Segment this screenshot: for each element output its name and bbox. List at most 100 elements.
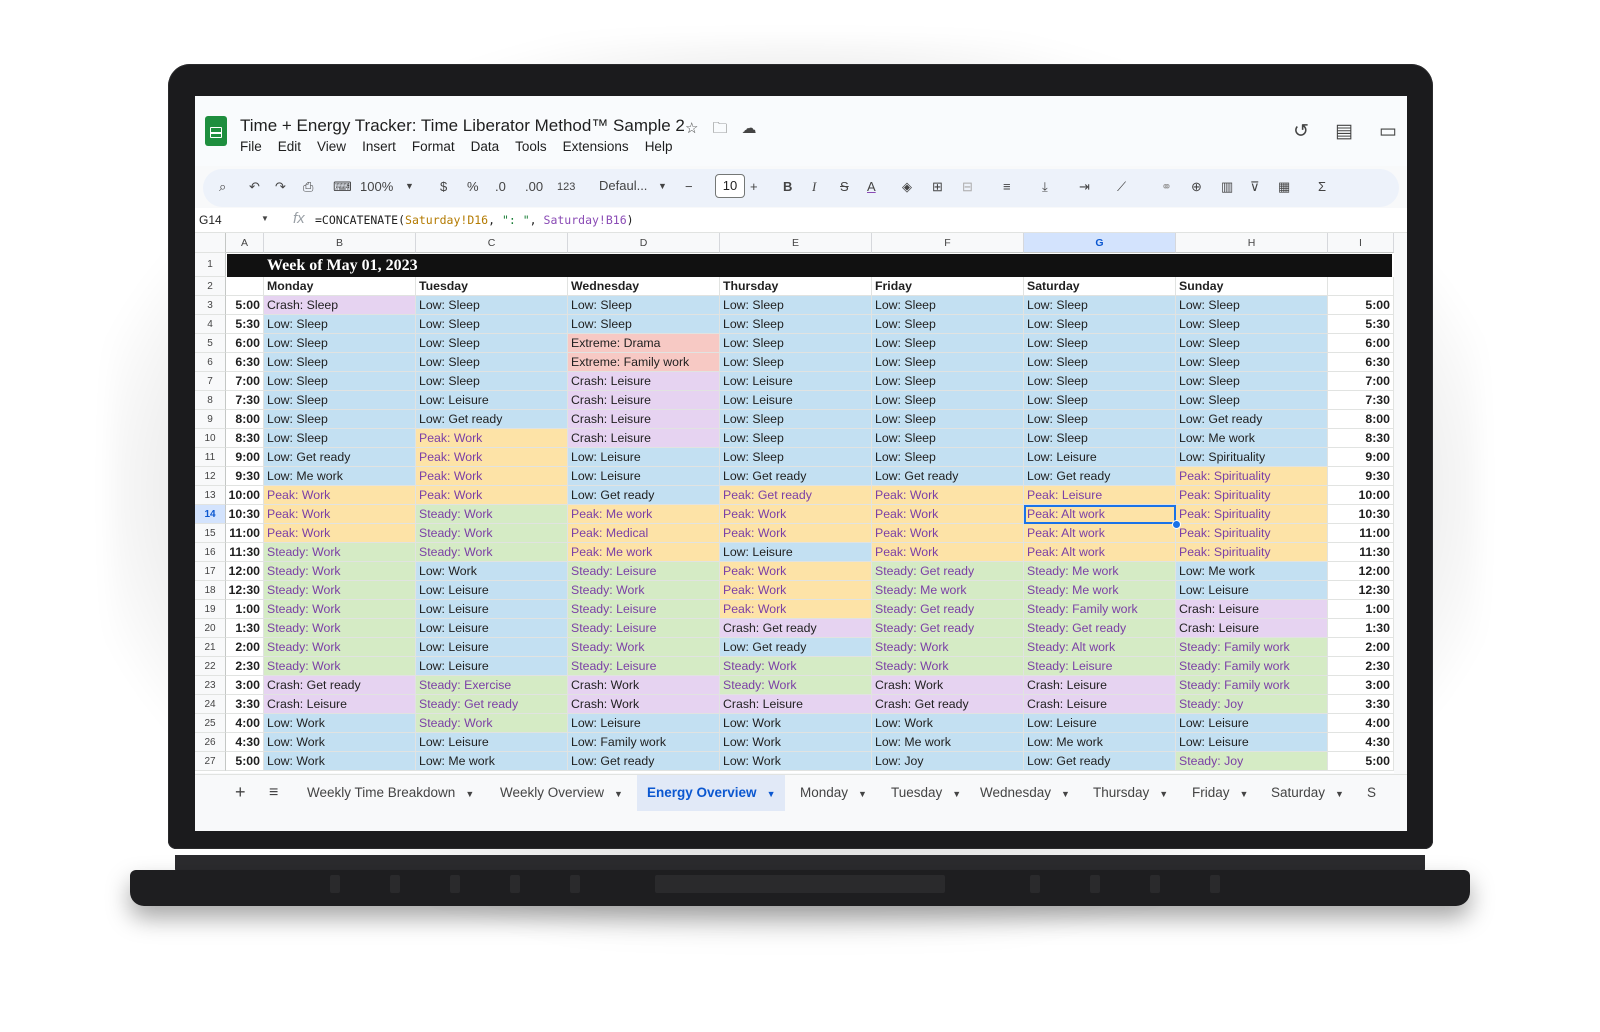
energy-cell[interactable]: Low: Sleep	[872, 353, 1024, 372]
column-header-d[interactable]: D	[568, 233, 720, 253]
energy-cell[interactable]: Steady: Leisure	[568, 600, 720, 619]
energy-cell[interactable]: Extreme: Family work	[568, 353, 720, 372]
energy-cell[interactable]: Peak: Work	[720, 581, 872, 600]
energy-cell[interactable]: Low: Joy	[872, 752, 1024, 771]
energy-cell[interactable]: Steady: Family work	[1024, 600, 1176, 619]
sheet-tab-friday[interactable]: Friday ▼	[1192, 775, 1248, 811]
time-cell-right[interactable]: 3:30	[1328, 695, 1394, 714]
time-cell[interactable]: 1:30	[226, 619, 264, 638]
energy-cell[interactable]: Low: Sleep	[872, 429, 1024, 448]
energy-cell[interactable]: Low: Sleep	[416, 353, 568, 372]
time-cell[interactable]: 6:30	[226, 353, 264, 372]
energy-cell[interactable]: Peak: Spirituality	[1176, 524, 1328, 543]
time-cell[interactable]: 4:00	[226, 714, 264, 733]
energy-cell[interactable]: Steady: Work	[264, 581, 416, 600]
name-box[interactable]: G14	[199, 213, 222, 227]
energy-cell[interactable]: Low: Family work	[568, 733, 720, 752]
vertical-scrollbar[interactable]	[1394, 233, 1407, 773]
energy-cell[interactable]: Low: Leisure	[720, 543, 872, 562]
font-select[interactable]: Defaul...	[599, 178, 647, 193]
energy-cell[interactable]: Low: Sleep	[1024, 353, 1176, 372]
row-header[interactable]: 21	[195, 638, 226, 657]
energy-cell[interactable]: Low: Get ready	[1024, 752, 1176, 771]
sheets-logo-icon[interactable]	[205, 116, 227, 146]
percent-format-button[interactable]: %	[467, 179, 479, 194]
row-header[interactable]: 10	[195, 429, 226, 448]
day-header-wednesday[interactable]: Wednesday	[568, 277, 720, 296]
energy-cell[interactable]: Low: Sleep	[416, 296, 568, 315]
energy-cell[interactable]: Low: Sleep	[264, 353, 416, 372]
row-header[interactable]: 23	[195, 676, 226, 695]
energy-cell[interactable]: Low: Sleep	[1176, 296, 1328, 315]
row-header-1[interactable]: 1	[195, 253, 226, 277]
energy-cell[interactable]: Low: Leisure	[1024, 448, 1176, 467]
text-rotation-icon[interactable]: ⟋	[1117, 179, 1126, 195]
energy-cell[interactable]: Low: Sleep	[416, 334, 568, 353]
functions-button[interactable]: Σ	[1318, 179, 1326, 194]
decrease-decimal-button[interactable]: .0	[495, 179, 506, 194]
energy-cell[interactable]: Peak: Alt work	[1024, 524, 1176, 543]
time-cell-right[interactable]: 12:00	[1328, 562, 1394, 581]
energy-cell[interactable]: Crash: Leisure	[568, 429, 720, 448]
energy-cell[interactable]: Steady: Joy	[1176, 752, 1328, 771]
energy-cell[interactable]: Low: Get ready	[872, 467, 1024, 486]
energy-cell[interactable]: Low: Get ready	[720, 638, 872, 657]
energy-cell[interactable]: Low: Sleep	[1176, 334, 1328, 353]
energy-cell[interactable]: Steady: Work	[264, 600, 416, 619]
time-cell-right[interactable]: 5:00	[1328, 752, 1394, 771]
energy-cell[interactable]: Steady: Leisure	[568, 657, 720, 676]
time-cell-right[interactable]: 11:00	[1328, 524, 1394, 543]
energy-cell[interactable]: Peak: Work	[720, 524, 872, 543]
day-header-monday[interactable]: Monday	[264, 277, 416, 296]
time-cell-right[interactable]: 1:30	[1328, 619, 1394, 638]
energy-cell[interactable]: Low: Leisure	[416, 733, 568, 752]
energy-cell[interactable]: Low: Work	[264, 714, 416, 733]
energy-cell[interactable]: Low: Sleep	[416, 372, 568, 391]
time-cell[interactable]: 10:00	[226, 486, 264, 505]
energy-cell[interactable]: Peak: Me work	[568, 543, 720, 562]
energy-cell[interactable]: Low: Sleep	[264, 410, 416, 429]
column-header-f[interactable]: F	[872, 233, 1024, 253]
time-cell[interactable]: 5:30	[226, 315, 264, 334]
column-header-b[interactable]: B	[264, 233, 416, 253]
energy-cell[interactable]: Peak: Spirituality	[1176, 486, 1328, 505]
energy-cell[interactable]: Peak: Work	[720, 505, 872, 524]
energy-cell[interactable]: Low: Sleep	[872, 391, 1024, 410]
currency-format-button[interactable]: $	[440, 179, 447, 194]
time-cell-right[interactable]: 10:00	[1328, 486, 1394, 505]
energy-cell[interactable]: Steady: Get ready	[872, 600, 1024, 619]
energy-cell[interactable]: Low: Leisure	[416, 581, 568, 600]
energy-cell[interactable]: Peak: Spirituality	[1176, 543, 1328, 562]
energy-cell[interactable]: Low: Leisure	[720, 372, 872, 391]
energy-cell[interactable]: Low: Leisure	[416, 600, 568, 619]
energy-cell[interactable]: Steady: Work	[568, 581, 720, 600]
energy-cell[interactable]: Steady: Work	[264, 619, 416, 638]
energy-cell[interactable]: Steady: Get ready	[1024, 619, 1176, 638]
row-header[interactable]: 20	[195, 619, 226, 638]
sheet-tab-overflow[interactable]: S	[1367, 775, 1376, 811]
energy-cell[interactable]: Low: Me work	[1024, 733, 1176, 752]
time-cell[interactable]: 3:30	[226, 695, 264, 714]
corner-cell[interactable]	[226, 277, 264, 296]
time-cell[interactable]: 11:00	[226, 524, 264, 543]
column-header-c[interactable]: C	[416, 233, 568, 253]
energy-cell[interactable]: Low: Get ready	[568, 486, 720, 505]
energy-cell[interactable]: Steady: Work	[264, 562, 416, 581]
row-header[interactable]: 22	[195, 657, 226, 676]
energy-cell[interactable]: Peak: Work	[264, 486, 416, 505]
time-cell-right[interactable]: 9:30	[1328, 467, 1394, 486]
row-header[interactable]: 25	[195, 714, 226, 733]
energy-cell[interactable]: Low: Sleep	[1024, 296, 1176, 315]
energy-cell[interactable]: Low: Sleep	[264, 315, 416, 334]
energy-cell[interactable]: Peak: Spirituality	[1176, 505, 1328, 524]
menu-edit[interactable]: Edit	[278, 139, 301, 154]
energy-cell[interactable]: Steady: Leisure	[568, 619, 720, 638]
energy-cell[interactable]: Peak: Work	[872, 505, 1024, 524]
row-header[interactable]: 27	[195, 752, 226, 771]
time-cell-right[interactable]: 12:30	[1328, 581, 1394, 600]
energy-cell[interactable]: Low: Sleep	[720, 448, 872, 467]
menu-format[interactable]: Format	[412, 139, 455, 154]
font-size-input[interactable]: 10	[715, 174, 745, 198]
row-header[interactable]: 24	[195, 695, 226, 714]
energy-cell[interactable]: Low: Work	[872, 714, 1024, 733]
